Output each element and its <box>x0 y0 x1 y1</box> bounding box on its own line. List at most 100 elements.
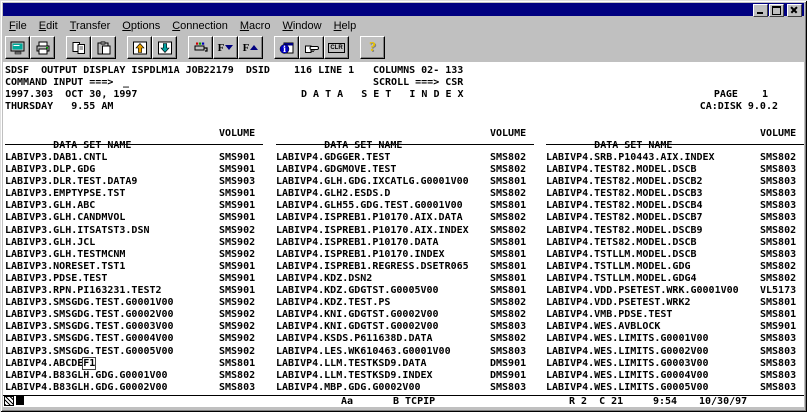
sdsf-status-line: SDSF OUTPUT DISPLAY ISPDLM1A JOB22179 DS… <box>5 65 355 76</box>
volume-value: SMS902 <box>219 321 256 333</box>
volume-value: SMS801 <box>490 200 527 212</box>
dataset-name: LABIVP4.KDZ.TEST.PS <box>276 297 391 309</box>
dataset-row: LABIVP4.KNI.GDGTST.G0002V00 SMS802 <box>276 309 534 321</box>
dataset-name: LABIVP4.GDGMOVE.TEST <box>276 164 397 176</box>
volume-value: SMS902 <box>219 345 256 357</box>
volume-value: SMS802 <box>760 260 797 272</box>
dataset-row: LABIVP4.TETS82.MODEL.DSCB SMS801 <box>546 237 804 249</box>
menu-help[interactable]: Help <box>330 19 365 34</box>
help-button[interactable]: ? <box>360 36 385 59</box>
dataset-row: LABIVP3.SMSGDG.TEST.G0004V00 SMS902 <box>5 333 263 345</box>
volume-value: SMS901 <box>219 212 256 224</box>
dataset-name: LABIVP4.MBP.GDG.G0002V00 <box>276 381 421 393</box>
dataset-name: LABIVP3.DAB1.CNTL <box>5 152 108 163</box>
font-letter: F <box>217 41 225 54</box>
dataset-row: LABIVP3.PDSE.TEST SMS901 <box>5 273 263 285</box>
dataset-row: LABIVP4.TEST82.MODEL.DSCB4 SMS803 <box>546 200 804 212</box>
dataset-row: LABIVP4.LLM.TESTKSD9.INDEX DMS901 <box>276 370 534 382</box>
volume-value: SMS801 <box>490 248 527 260</box>
dataset-column-1: DATA SET NAME VOLUME LABIVP3.DAB1.CNTL SM… <box>5 128 263 394</box>
paste-button[interactable] <box>91 36 116 59</box>
volume-value: SMS802 <box>490 309 527 321</box>
volume-value: SMS802 <box>219 369 256 381</box>
menu-macro[interactable]: Macro <box>236 19 279 34</box>
dataset-name: LABIVP4.GLH55.GDG.TEST.G0001V00 <box>276 200 463 212</box>
title-bar[interactable] <box>3 3 804 17</box>
menu-connection[interactable]: Connection <box>168 19 236 34</box>
volume-value: SMS803 <box>760 188 797 200</box>
volume-value: SMS801 <box>490 285 527 297</box>
terminal-screen[interactable]: SDSF OUTPUT DISPLAY ISPDLM1A JOB22179 DS… <box>3 62 804 395</box>
dataset-row: LABIVP3.RPN.PI163231.TEST2 SMS901 <box>5 285 263 297</box>
text-cursor[interactable]: _ <box>123 77 129 89</box>
dataset-column-2: DATA SET NAME VOLUME LABIVP4.GDGGER.TEST… <box>276 128 534 394</box>
dataset-row: LABIVP4.TEST82.MODEL.DSCB2 SMS803 <box>546 176 804 188</box>
volume-value: SMS801 <box>760 309 797 321</box>
dataset-row: LABIVP3.SMSGDG.TEST.G0002V00 SMS902 <box>5 309 263 321</box>
volume-value: SMS902 <box>219 333 256 345</box>
volume-value: SMS802 <box>760 224 797 236</box>
menu-file[interactable]: File <box>5 19 35 34</box>
volume-value: SMS803 <box>219 381 256 393</box>
copy-button[interactable] <box>66 36 91 59</box>
volume-value: SMS803 <box>490 321 527 333</box>
info-button[interactable]: i <box>274 36 299 59</box>
dataset-row: LABIVP3.SMSGDG.TEST.G0003V00 SMS902 <box>5 321 263 333</box>
dataset-row: LABIVP3.GLH.ABC SMS901 <box>5 200 263 212</box>
minimize-button[interactable] <box>753 4 768 17</box>
clear-button[interactable]: CLR <box>324 36 349 59</box>
dataset-name: LABIVP3.NORESET.TST1 <box>5 260 126 272</box>
maximize-icon <box>772 6 781 15</box>
volume-value: SMS901 <box>219 164 256 176</box>
volume-value: SMS902 <box>219 309 256 321</box>
dataset-name: LABIVP3.SMSGDG.TEST.G0002V00 <box>5 309 174 321</box>
window-controls <box>753 4 802 17</box>
font-decrease-button[interactable]: F <box>213 36 238 59</box>
dataset-row: LABIVP3.DAB1.CNTL SMS901 <box>5 152 263 164</box>
connection-status-icon <box>4 396 14 406</box>
toolbar: F F i CLR ? <box>5 36 396 60</box>
dataset-row: LABIVP4.KDZ.TEST.PS SMS802 <box>276 297 534 309</box>
volume-value: SMS903 <box>219 176 256 188</box>
dataset-row: LABIVP4.TSTLLM.MODEL.GDG4 SMS802 <box>546 273 804 285</box>
info-icon: i <box>279 42 293 53</box>
font-increase-button[interactable]: F <box>238 36 263 59</box>
receive-file-button[interactable] <box>152 36 177 59</box>
page-number: PAGE 1 <box>713 89 768 100</box>
volume-value: SMS803 <box>760 333 797 345</box>
copy-icon <box>72 41 85 54</box>
menu-edit[interactable]: Edit <box>35 19 66 34</box>
dataset-name: LABIVP4.GLH2.ESDS.D <box>276 188 391 200</box>
question-mark-icon: ? <box>369 39 376 55</box>
volume-value: SMS801 <box>760 297 797 309</box>
display-setup-button[interactable] <box>5 36 30 59</box>
dataset-row: LABIVP4.TEST82.MODEL.DSCB SMS803 <box>546 164 804 176</box>
download-arrow-icon <box>157 41 172 54</box>
menu-options[interactable]: Options <box>118 19 168 34</box>
hotspots-button[interactable] <box>299 36 324 59</box>
menu-transfer[interactable]: Transfer <box>66 19 119 34</box>
status-connection: B TCPIP <box>393 396 436 407</box>
dataset-name: LABIVP4.ISPREB1.P10170.AIX.DATA <box>276 212 463 224</box>
volume-value: SMS801 <box>490 236 527 248</box>
color-setup-button[interactable] <box>188 36 213 59</box>
dataset-row: LABIVP4.VMB.PDSE.TEST SMS801 <box>546 309 804 321</box>
menu-bar: File Edit Transfer Options Connection Macro Wi… <box>5 19 364 34</box>
print-button[interactable] <box>30 36 55 59</box>
volume-value: SMS802 <box>490 224 527 236</box>
send-file-button[interactable] <box>127 36 152 59</box>
dataset-row: LABIVP4.GLH.GDG.IXCATLG.G0001V00 SMS801 <box>276 176 534 188</box>
menu-window[interactable]: Window <box>278 19 329 34</box>
dataset-row: LABIVP4.WES.LIMITS.G0003V00 SMS803 <box>546 358 804 370</box>
dataset-name: LABIVP4.TSTLLM.MODEL.GDG <box>546 260 691 272</box>
command-input-label[interactable]: COMMAND INPUT ===> <box>5 77 113 89</box>
dataset-name: LABIVP4.B83GLH.GDG.G0001V00 <box>5 369 168 381</box>
dataset-row: LABIVP4.WES.LIMITS.G0001V00 SMS803 <box>546 333 804 345</box>
close-button[interactable] <box>787 4 802 17</box>
maximize-button[interactable] <box>769 4 784 17</box>
status-row-col: R 2 C 21 <box>569 396 624 407</box>
volume-value: SMS803 <box>490 381 527 393</box>
volume-value: SMS901 <box>219 285 256 297</box>
dataset-row: LABIVP4.GLH2.ESDS.D SMS802 <box>276 188 534 200</box>
dataset-row: LABIVP4.GDGGER.TEST SMS802 <box>276 152 534 164</box>
